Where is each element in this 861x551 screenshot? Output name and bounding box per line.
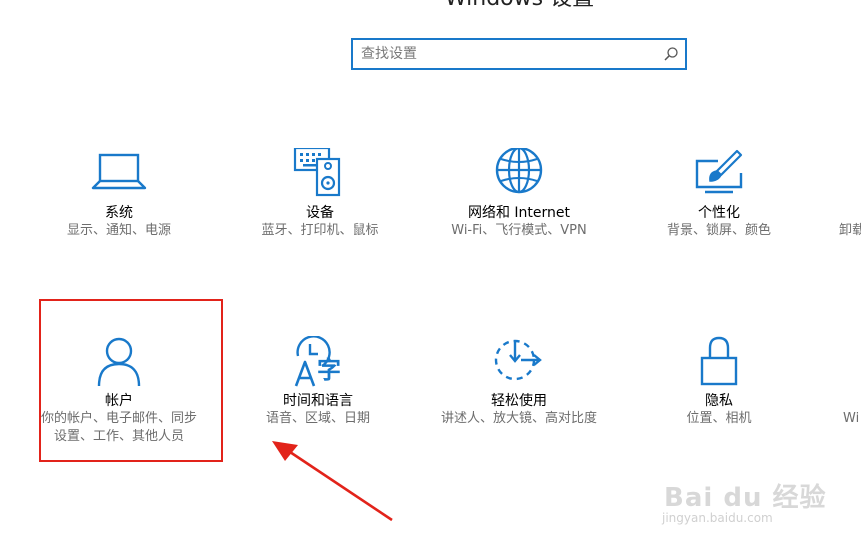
tile-time-language-label: 时间和语言 [283,393,353,409]
tile-apps-desc: 卸载 [839,223,861,238]
tile-ease-of-access[interactable]: 轻松使用 讲述人、放大镜、高对比度 [429,336,609,428]
time-language-icon: 字 [294,336,341,387]
tile-system-label: 系统 [105,205,133,221]
tile-network-desc: Wi-Fi、飞行模式、VPN [451,223,587,238]
tile-apps-label [839,148,861,204]
lock-icon [700,336,738,386]
tile-personalization-desc: 背景、锁屏、颜色 [666,223,771,238]
tile-update-partial[interactable]: Wi [843,336,861,428]
paintbrush-icon [695,149,743,194]
tile-network-label: 网络和 Internet [467,205,571,221]
tile-time-language-desc: 语音、区域、日期 [265,411,370,426]
tile-apps-partial[interactable]: 卸载 [839,148,861,240]
tile-personalization[interactable]: 个性化 背景、锁屏、颜色 [629,148,809,240]
globe-icon [495,148,543,194]
svg-text:字: 字 [317,356,341,384]
watermark-url: jingyan.baidu.com [662,511,773,525]
tile-ease-of-access-desc: 讲述人、放大镜、高对比度 [440,411,597,426]
highlight-box [39,299,223,462]
tile-devices-label: 设备 [306,205,334,221]
tile-system-desc: 显示、通知、电源 [66,223,171,238]
tile-apps-label-spacer [839,204,861,222]
tile-privacy-desc: 位置、相机 [686,411,752,426]
ease-of-access-icon [494,339,542,381]
tile-system[interactable]: 系统 显示、通知、电源 [29,148,209,240]
tile-ease-of-access-label: 轻松使用 [491,393,547,409]
laptop-icon [91,153,147,190]
search-icon[interactable] [663,46,679,62]
search-input[interactable] [361,40,651,68]
search-box[interactable] [351,38,687,70]
keyboard-speaker-icon [293,148,341,197]
watermark-brand: Bai du 经验 [664,483,827,513]
tile-devices[interactable]: 设备 蓝牙、打印机、鼠标 [230,148,410,240]
tile-update-desc: Wi [843,411,860,426]
tile-update-label [843,336,861,392]
tile-privacy-label: 隐私 [705,393,733,409]
tile-personalization-label: 个性化 [698,205,740,221]
page-title: Windows 设置 [0,0,861,12]
watermark: Bai du 经验 jingyan.baidu.com [660,455,860,545]
tile-devices-desc: 蓝牙、打印机、鼠标 [261,223,379,238]
tile-time-language[interactable]: 字 时间和语言 语音、区域、日期 [228,336,408,428]
tile-privacy[interactable]: 隐私 位置、相机 [629,336,809,428]
tile-update-label-spacer [843,392,861,410]
tile-network[interactable]: 网络和 Internet Wi-Fi、飞行模式、VPN [429,148,609,240]
